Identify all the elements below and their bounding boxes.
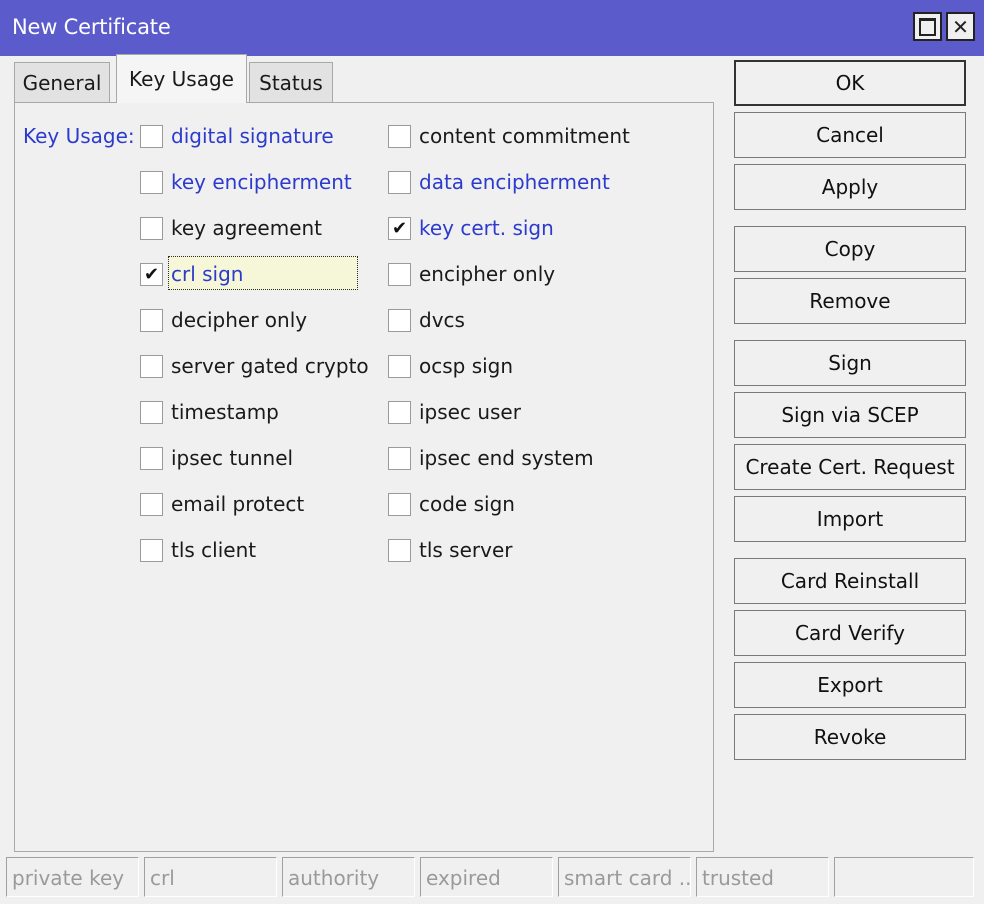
checkbox-key-agreement[interactable] — [140, 217, 163, 240]
close-button[interactable]: ✕ — [946, 12, 975, 41]
checkbox-label-timestamp[interactable]: timestamp — [171, 400, 279, 424]
status-authority: authority — [282, 857, 415, 897]
tab-key-usage[interactable]: Key Usage — [116, 54, 247, 103]
key-usage-label: Key Usage: — [23, 124, 135, 148]
checkbox-label-crl-sign[interactable]: crl sign — [171, 262, 243, 286]
checkbox-ipsec-user[interactable] — [388, 401, 411, 424]
checkbox-label-data-encipherment[interactable]: data encipherment — [419, 170, 610, 194]
checkbox-label-decipher-only[interactable]: decipher only — [171, 308, 307, 332]
status-private-key: private key — [6, 857, 139, 897]
card-reinstall-button[interactable]: Card Reinstall — [734, 558, 966, 604]
checkbox-label-ocsp-sign[interactable]: ocsp sign — [419, 354, 513, 378]
checkbox-label-digital-signature[interactable]: digital signature — [171, 124, 334, 148]
checkbox-crl-sign[interactable]: ✔ — [140, 263, 163, 286]
close-icon: ✕ — [952, 14, 969, 39]
checkbox-server-gated-crypto[interactable] — [140, 355, 163, 378]
checkbox-label-key-agreement[interactable]: key agreement — [171, 216, 322, 240]
create-cert-request-button[interactable]: Create Cert. Request — [734, 444, 966, 490]
checkbox-label-email-protect[interactable]: email protect — [171, 492, 304, 516]
status-expired: expired — [420, 857, 553, 897]
checkbox-label-ipsec-tunnel[interactable]: ipsec tunnel — [171, 446, 293, 470]
checkbox-data-encipherment[interactable] — [388, 171, 411, 194]
window-title: New Certificate — [12, 15, 171, 39]
tab-general[interactable]: General — [14, 62, 110, 102]
title-bar: New Certificate ✕ — [0, 0, 984, 56]
copy-button[interactable]: Copy — [734, 226, 966, 272]
checkbox-label-tls-server[interactable]: tls server — [419, 538, 513, 562]
checkbox-timestamp[interactable] — [140, 401, 163, 424]
sign-via-scep-button[interactable]: Sign via SCEP — [734, 392, 966, 438]
revoke-button[interactable]: Revoke — [734, 714, 966, 760]
checkbox-label-content-commitment[interactable]: content commitment — [419, 124, 630, 148]
checkbox-label-encipher-only[interactable]: encipher only — [419, 262, 555, 286]
remove-button[interactable]: Remove — [734, 278, 966, 324]
checkbox-tls-server[interactable] — [388, 539, 411, 562]
tab-panel-key-usage — [14, 102, 714, 852]
checkbox-content-commitment[interactable] — [388, 125, 411, 148]
checkbox-label-key-encipherment[interactable]: key encipherment — [171, 170, 352, 194]
card-verify-button[interactable]: Card Verify — [734, 610, 966, 656]
status-trusted: trusted — [696, 857, 829, 897]
checkbox-label-dvcs[interactable]: dvcs — [419, 308, 465, 332]
checkbox-ocsp-sign[interactable] — [388, 355, 411, 378]
export-button[interactable]: Export — [734, 662, 966, 708]
maximize-icon — [919, 17, 936, 36]
status-extra — [834, 857, 974, 897]
checkbox-ipsec-tunnel[interactable] — [140, 447, 163, 470]
checkbox-label-ipsec-user[interactable]: ipsec user — [419, 400, 521, 424]
checkbox-label-key-cert-sign[interactable]: key cert. sign — [419, 216, 554, 240]
checkbox-label-code-sign[interactable]: code sign — [419, 492, 515, 516]
checkbox-key-cert-sign[interactable]: ✔ — [388, 217, 411, 240]
checkbox-tls-client[interactable] — [140, 539, 163, 562]
checkbox-label-ipsec-end-system[interactable]: ipsec end system — [419, 446, 594, 470]
checkbox-decipher-only[interactable] — [140, 309, 163, 332]
checkbox-ipsec-end-system[interactable] — [388, 447, 411, 470]
checkmark-icon: ✔ — [143, 263, 160, 285]
checkbox-digital-signature[interactable] — [140, 125, 163, 148]
sign-button[interactable]: Sign — [734, 340, 966, 386]
import-button[interactable]: Import — [734, 496, 966, 542]
status-crl: crl — [144, 857, 277, 897]
cancel-button[interactable]: Cancel — [734, 112, 966, 158]
checkbox-label-tls-client[interactable]: tls client — [171, 538, 256, 562]
apply-button[interactable]: Apply — [734, 164, 966, 210]
checkbox-label-server-gated-crypto[interactable]: server gated crypto — [171, 354, 369, 378]
ok-button[interactable]: OK — [734, 60, 966, 106]
checkbox-encipher-only[interactable] — [388, 263, 411, 286]
tab-status[interactable]: Status — [249, 62, 333, 102]
checkbox-dvcs[interactable] — [388, 309, 411, 332]
status-smart-card: smart card ... — [558, 857, 691, 897]
maximize-button[interactable] — [913, 12, 942, 41]
checkbox-code-sign[interactable] — [388, 493, 411, 516]
checkbox-key-encipherment[interactable] — [140, 171, 163, 194]
checkbox-email-protect[interactable] — [140, 493, 163, 516]
checkmark-icon: ✔ — [391, 217, 408, 239]
